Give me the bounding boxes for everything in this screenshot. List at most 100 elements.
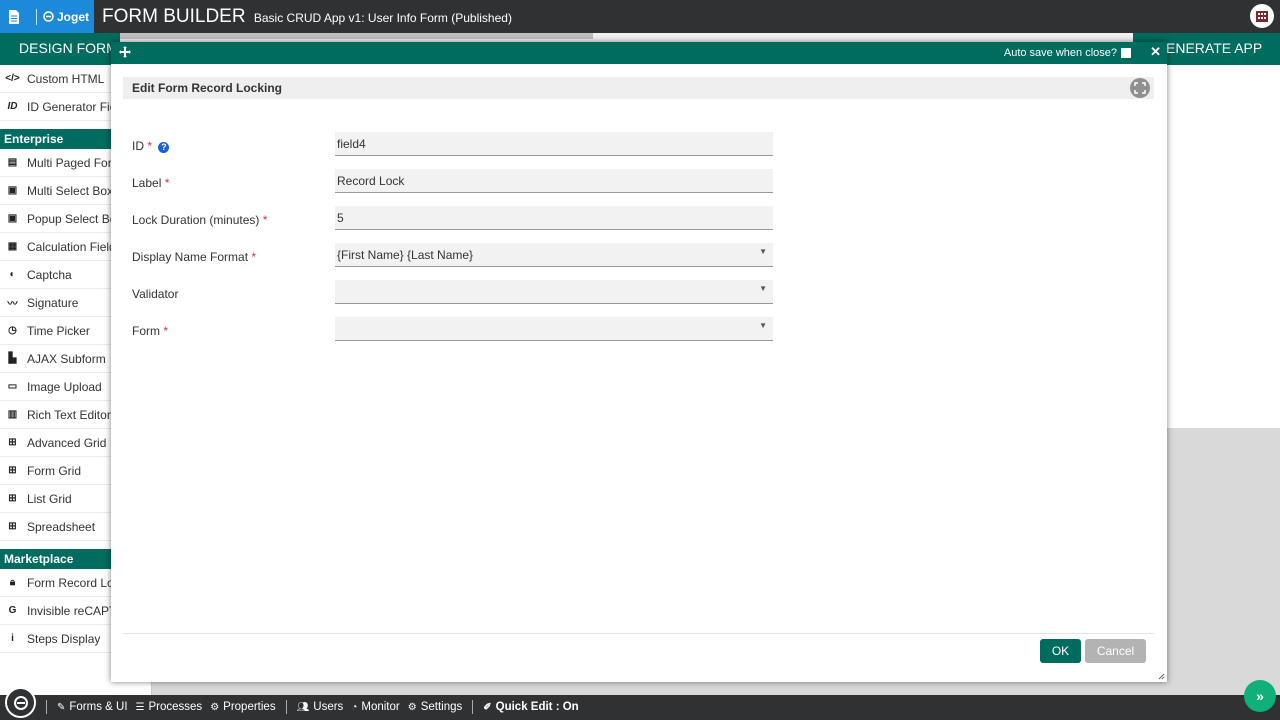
sidebar-item-label: Time Picker (27, 323, 90, 338)
label-input[interactable]: Record Lock (335, 169, 773, 193)
required-marker: * (251, 250, 257, 264)
id-input-value: field4 (337, 137, 366, 151)
sidebar-item-label: Spreadsheet (27, 519, 96, 534)
nav-label: Users (313, 701, 344, 713)
app-subtitle: Basic CRUD App v1: User Info Form (Publi… (253, 11, 512, 25)
id-icon: ID (7, 101, 18, 112)
sidebar-item-label: Multi Select Box (27, 183, 114, 198)
label-text: Label (132, 176, 162, 190)
sidebar-item-label: Multi Paged Form (27, 155, 122, 170)
sidebar-item-label: AJAX Subform (27, 351, 106, 366)
validator-field-label: Validator (132, 287, 178, 301)
autosave-checkbox[interactable] (1121, 48, 1131, 58)
code-icon: </> (5, 73, 20, 84)
document-icon[interactable] (0, 0, 28, 33)
required-marker: * (147, 139, 153, 153)
calculator-icon: ▦ (7, 241, 18, 252)
grid-icon: ⊞ (8, 493, 17, 504)
edit-icon: ✎ (57, 701, 66, 713)
nav-label: Processes (148, 701, 203, 713)
popup-icon: ▣ (7, 213, 18, 224)
help-icon[interactable]: ? (158, 142, 170, 153)
label-text: Validator (132, 287, 179, 301)
display-name-format-field-label: Display Name Format * (132, 250, 256, 264)
label-input-value: Record Lock (337, 174, 405, 188)
display-name-format-value: {First Name} {Last Name} (337, 248, 474, 262)
top-bar: Joget FORM BUILDER Basic CRUD App v1: Us… (0, 0, 1280, 33)
close-icon[interactable]: ✕ (1150, 44, 1161, 60)
sidebar-item-label: Captcha (27, 267, 72, 282)
expand-panel-button[interactable]: » (1244, 680, 1276, 712)
nav-label: Properties (223, 701, 276, 713)
bottom-toolbar: ✎ Forms & UI ☰ Processes ⚙ Properties 👥︎ Use… (0, 687, 1280, 720)
nav-label: Forms & UI (69, 701, 128, 713)
required-marker: * (163, 324, 169, 338)
page-title: FORM BUILDER Basic CRUD App v1: User Inf… (102, 6, 512, 28)
label-text: Display Name Format (132, 250, 249, 264)
tab-design-form[interactable]: DESIGN FORM (0, 33, 120, 65)
required-marker: * (262, 213, 268, 227)
nav-monitor[interactable]: ◔ Monitor (351, 701, 399, 713)
image-icon: ▭ (7, 381, 18, 392)
sidebar-item-label: Steps Display (27, 631, 101, 646)
id-field-label: ID * ? (132, 139, 170, 153)
nav-users[interactable]: 👥︎ Users (297, 701, 344, 713)
resize-grip-icon[interactable] (1157, 672, 1165, 680)
dialog-footer-divider (123, 633, 1154, 634)
pencil-icon: ✐ (483, 701, 492, 713)
lock-duration-input[interactable]: 5 (335, 206, 773, 230)
grid-icon: ⊞ (8, 465, 17, 476)
fullscreen-icon[interactable] (1130, 78, 1150, 98)
nav-forms-ui[interactable]: ✎ Forms & UI (57, 701, 128, 713)
gear-icon: ⚙ (210, 701, 220, 713)
divider (285, 700, 287, 714)
nav-processes[interactable]: ☰ Processes (136, 701, 203, 713)
sidebar-item-label: Calculation Field (27, 239, 116, 254)
document-icon: ▙ (8, 353, 17, 364)
lock-duration-value: 5 (337, 211, 344, 225)
id-input[interactable]: field4 (335, 132, 773, 156)
divider (472, 700, 474, 714)
lock-icon: 🔒︎ (9, 577, 16, 588)
sidebar-item-label: Signature (27, 295, 79, 310)
avatar[interactable] (1250, 4, 1274, 28)
quick-edit-label: Quick Edit : On (495, 701, 579, 713)
form-field-label: Form * (132, 324, 168, 338)
label-text: ID (132, 139, 144, 153)
canvas-area (1167, 65, 1280, 428)
dialog-titlebar[interactable]: Auto save when close? ✕ (111, 42, 1167, 64)
move-icon[interactable] (118, 45, 132, 59)
display-name-format-select[interactable]: {First Name} {Last Name} ▼ (335, 243, 773, 267)
autosave-toggle[interactable]: Auto save when close? (1004, 47, 1131, 59)
sidebar-item-label: List Grid (27, 491, 72, 506)
users-icon: 👥︎ (296, 701, 310, 713)
required-marker: * (164, 176, 170, 190)
quick-edit-toggle[interactable]: ✐ Quick Edit : On (483, 701, 578, 713)
ok-button[interactable]: OK (1040, 639, 1081, 663)
joget-menu-icon[interactable] (5, 687, 36, 718)
grid-icon: ⊞ (8, 521, 17, 532)
form-select[interactable]: ▼ (335, 317, 773, 341)
double-chevron-right-icon: » (1256, 688, 1264, 704)
sidebar-item-label: Rich Text Editor (27, 407, 111, 422)
chevron-down-icon: ▼ (759, 247, 767, 256)
lock-duration-field-label: Lock Duration (minutes) * (132, 213, 267, 227)
pages-icon: ▤ (7, 157, 18, 168)
cancel-button[interactable]: Cancel (1085, 639, 1146, 663)
chevron-down-icon: ▼ (759, 284, 767, 293)
info-icon: i (11, 633, 14, 644)
tab-strip (120, 33, 593, 39)
gears-icon: ⚙ (407, 701, 417, 713)
sidebar-item-label: Custom HTML (27, 71, 105, 86)
autosave-label: Auto save when close? (1003, 47, 1117, 59)
validator-select[interactable]: ▼ (335, 280, 773, 304)
nav-settings[interactable]: ⚙ Settings (408, 701, 463, 713)
editor-icon: ▥ (7, 409, 18, 420)
nav-properties[interactable]: ⚙ Properties (210, 701, 275, 713)
chevron-down-icon: ▼ (759, 321, 767, 330)
joget-logo[interactable]: Joget (28, 0, 94, 33)
sidebar-item-label: Popup Select Box (27, 211, 123, 226)
divider (46, 700, 47, 714)
select-icon: ▣ (7, 185, 18, 196)
grid-icon: ⊞ (8, 437, 17, 448)
